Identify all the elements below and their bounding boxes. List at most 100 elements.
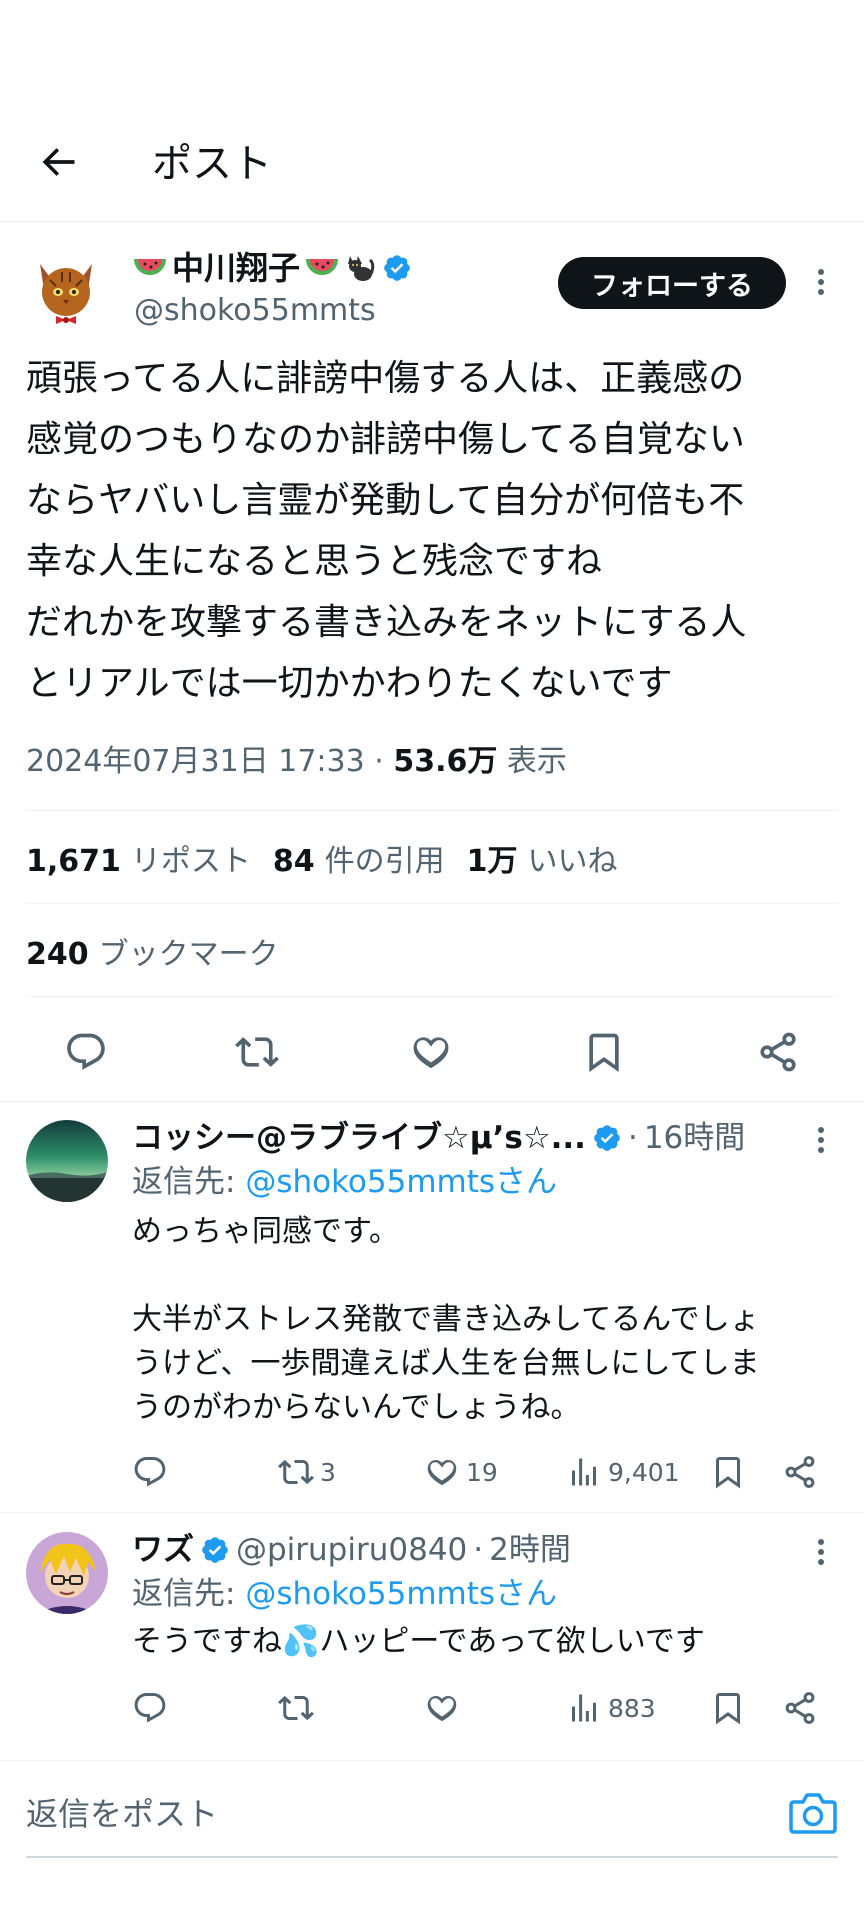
composer-underline	[26, 1856, 838, 1858]
reply-action-bar: 3 19 9,401	[132, 1450, 864, 1494]
reply-button[interactable]	[132, 1686, 168, 1730]
reply-avatar[interactable]	[26, 1120, 108, 1202]
repost-icon	[278, 1459, 314, 1485]
reply-to-prefix: 返信先:	[132, 1164, 236, 1200]
header-divider	[0, 221, 864, 222]
back-button[interactable]	[36, 140, 80, 184]
bookmark-button[interactable]	[582, 1030, 626, 1074]
reply-header: コッシー@ラブライブ☆μ’s☆... · 16時間	[132, 1118, 745, 1158]
views-button[interactable]: 883	[566, 1686, 656, 1730]
reply-to-handle[interactable]: @shoko55mmtsさん	[245, 1164, 557, 1200]
author-name-row[interactable]: 中川翔子	[134, 248, 412, 288]
like-button[interactable]	[424, 1686, 466, 1730]
reply-header: ワズ @pirupiru0840 · 2時間	[132, 1530, 571, 1570]
reply-text: そうですね💦ハッピーであって欲しいです	[132, 1624, 705, 1659]
reposts-stat[interactable]: 1,671 リポスト	[26, 842, 251, 882]
views-count: 53.6万	[393, 744, 498, 779]
bookmarks-count: 240	[26, 937, 89, 972]
bookmark-icon	[716, 1693, 740, 1725]
post-action-bar	[0, 1020, 864, 1084]
reply-separator: ·	[627, 1120, 638, 1156]
reply-author-name[interactable]: ワズ	[132, 1530, 194, 1570]
more-options-button[interactable]	[806, 262, 836, 302]
more-icon	[818, 1539, 824, 1565]
black-cat-emoji-icon	[344, 252, 376, 284]
like-button[interactable]	[409, 1030, 453, 1074]
reply-more-button[interactable]	[806, 1532, 836, 1572]
verified-badge-icon	[592, 1123, 622, 1153]
likes-stat[interactable]: 1万 いいね	[467, 842, 618, 882]
camera-button[interactable]	[788, 1790, 838, 1836]
repost-button[interactable]	[278, 1686, 320, 1730]
reply-author-name[interactable]: コッシー@ラブライブ☆μ’s☆...	[132, 1118, 586, 1158]
views-icon	[572, 1458, 596, 1486]
post-text: 頑張ってる人に誹謗中傷する人は、正義感の 感覚のつもりなのか誹謗中傷してる自覚な…	[26, 358, 747, 704]
verified-badge-icon	[200, 1535, 230, 1565]
author-avatar[interactable]	[26, 250, 106, 330]
reply-time[interactable]: 16時間	[644, 1118, 745, 1158]
post-timestamp[interactable]: 2024年07月31日 17:33	[26, 744, 365, 779]
reply-button[interactable]	[64, 1030, 108, 1074]
divider	[26, 996, 838, 997]
anime-character-avatar-image	[26, 1532, 108, 1614]
reply-button[interactable]	[132, 1450, 168, 1494]
reply-action-bar: 883	[132, 1686, 864, 1730]
bookmark-button[interactable]	[710, 1450, 746, 1494]
back-arrow-icon	[42, 148, 75, 176]
more-icon	[818, 269, 824, 295]
share-icon	[785, 1456, 815, 1488]
author-name: 中川翔子	[172, 249, 301, 287]
cat-avatar-image	[26, 250, 106, 330]
like-icon	[427, 1696, 457, 1722]
watermelon-emoji-icon	[306, 253, 339, 283]
author-handle[interactable]: @shoko55mmts	[134, 292, 376, 330]
follow-button[interactable]: フォローする	[558, 257, 786, 309]
reply-icon	[67, 1033, 105, 1070]
section-divider	[0, 1512, 864, 1513]
reply-author-handle[interactable]: @pirupiru0840	[236, 1530, 467, 1570]
views-count: 9,401	[608, 1457, 680, 1487]
reply-to-line: 返信先: @shoko55mmtsさん	[132, 1574, 557, 1614]
divider	[26, 810, 838, 811]
more-icon	[818, 1127, 824, 1153]
reply-time[interactable]: 2時間	[489, 1530, 571, 1570]
section-divider	[0, 1760, 864, 1761]
camera-icon	[789, 1793, 837, 1834]
views-icon	[572, 1694, 596, 1722]
bookmarks-label: ブックマーク	[98, 937, 279, 972]
quotes-count: 84	[272, 844, 315, 879]
repost-icon	[235, 1037, 279, 1067]
share-button[interactable]	[782, 1450, 818, 1494]
reply-avatar[interactable]	[26, 1532, 108, 1614]
reposts-label: リポスト	[130, 844, 251, 879]
post-meta: 2024年07月31日 17:33 · 53.6万 表示	[26, 742, 567, 782]
aurora-avatar-image	[26, 1120, 108, 1202]
reply-composer-input[interactable]: 返信をポスト	[26, 1792, 218, 1836]
like-icon	[427, 1460, 457, 1486]
reply-more-button[interactable]	[806, 1120, 836, 1160]
likes-count: 1万	[466, 844, 518, 879]
bookmark-icon	[589, 1033, 619, 1073]
repost-button[interactable]: 3	[278, 1450, 336, 1494]
bookmarks-stat[interactable]: 240 ブックマーク	[26, 935, 279, 975]
reply-icon	[134, 1457, 166, 1487]
quotes-stat[interactable]: 84 件の引用	[273, 842, 445, 882]
share-icon	[785, 1692, 815, 1724]
reposts-count: 1,671	[26, 844, 121, 879]
share-button[interactable]	[782, 1686, 818, 1730]
like-button[interactable]: 19	[424, 1450, 498, 1494]
share-button[interactable]	[756, 1030, 800, 1074]
bookmark-button[interactable]	[710, 1686, 746, 1730]
repost-button[interactable]	[235, 1030, 279, 1074]
views-button[interactable]: 9,401	[566, 1450, 680, 1494]
reply-to-handle[interactable]: @shoko55mmtsさん	[245, 1576, 557, 1612]
verified-badge-icon	[382, 253, 412, 283]
repost-count: 3	[320, 1457, 336, 1487]
share-icon	[760, 1032, 796, 1072]
reply-icon	[134, 1693, 166, 1723]
reply-separator: ·	[473, 1532, 484, 1568]
like-icon	[413, 1037, 449, 1069]
divider	[26, 903, 838, 904]
engagement-stats: 1,671 リポスト 84 件の引用 1万 いいね	[26, 842, 618, 882]
reply-to-line: 返信先: @shoko55mmtsさん	[132, 1162, 557, 1202]
